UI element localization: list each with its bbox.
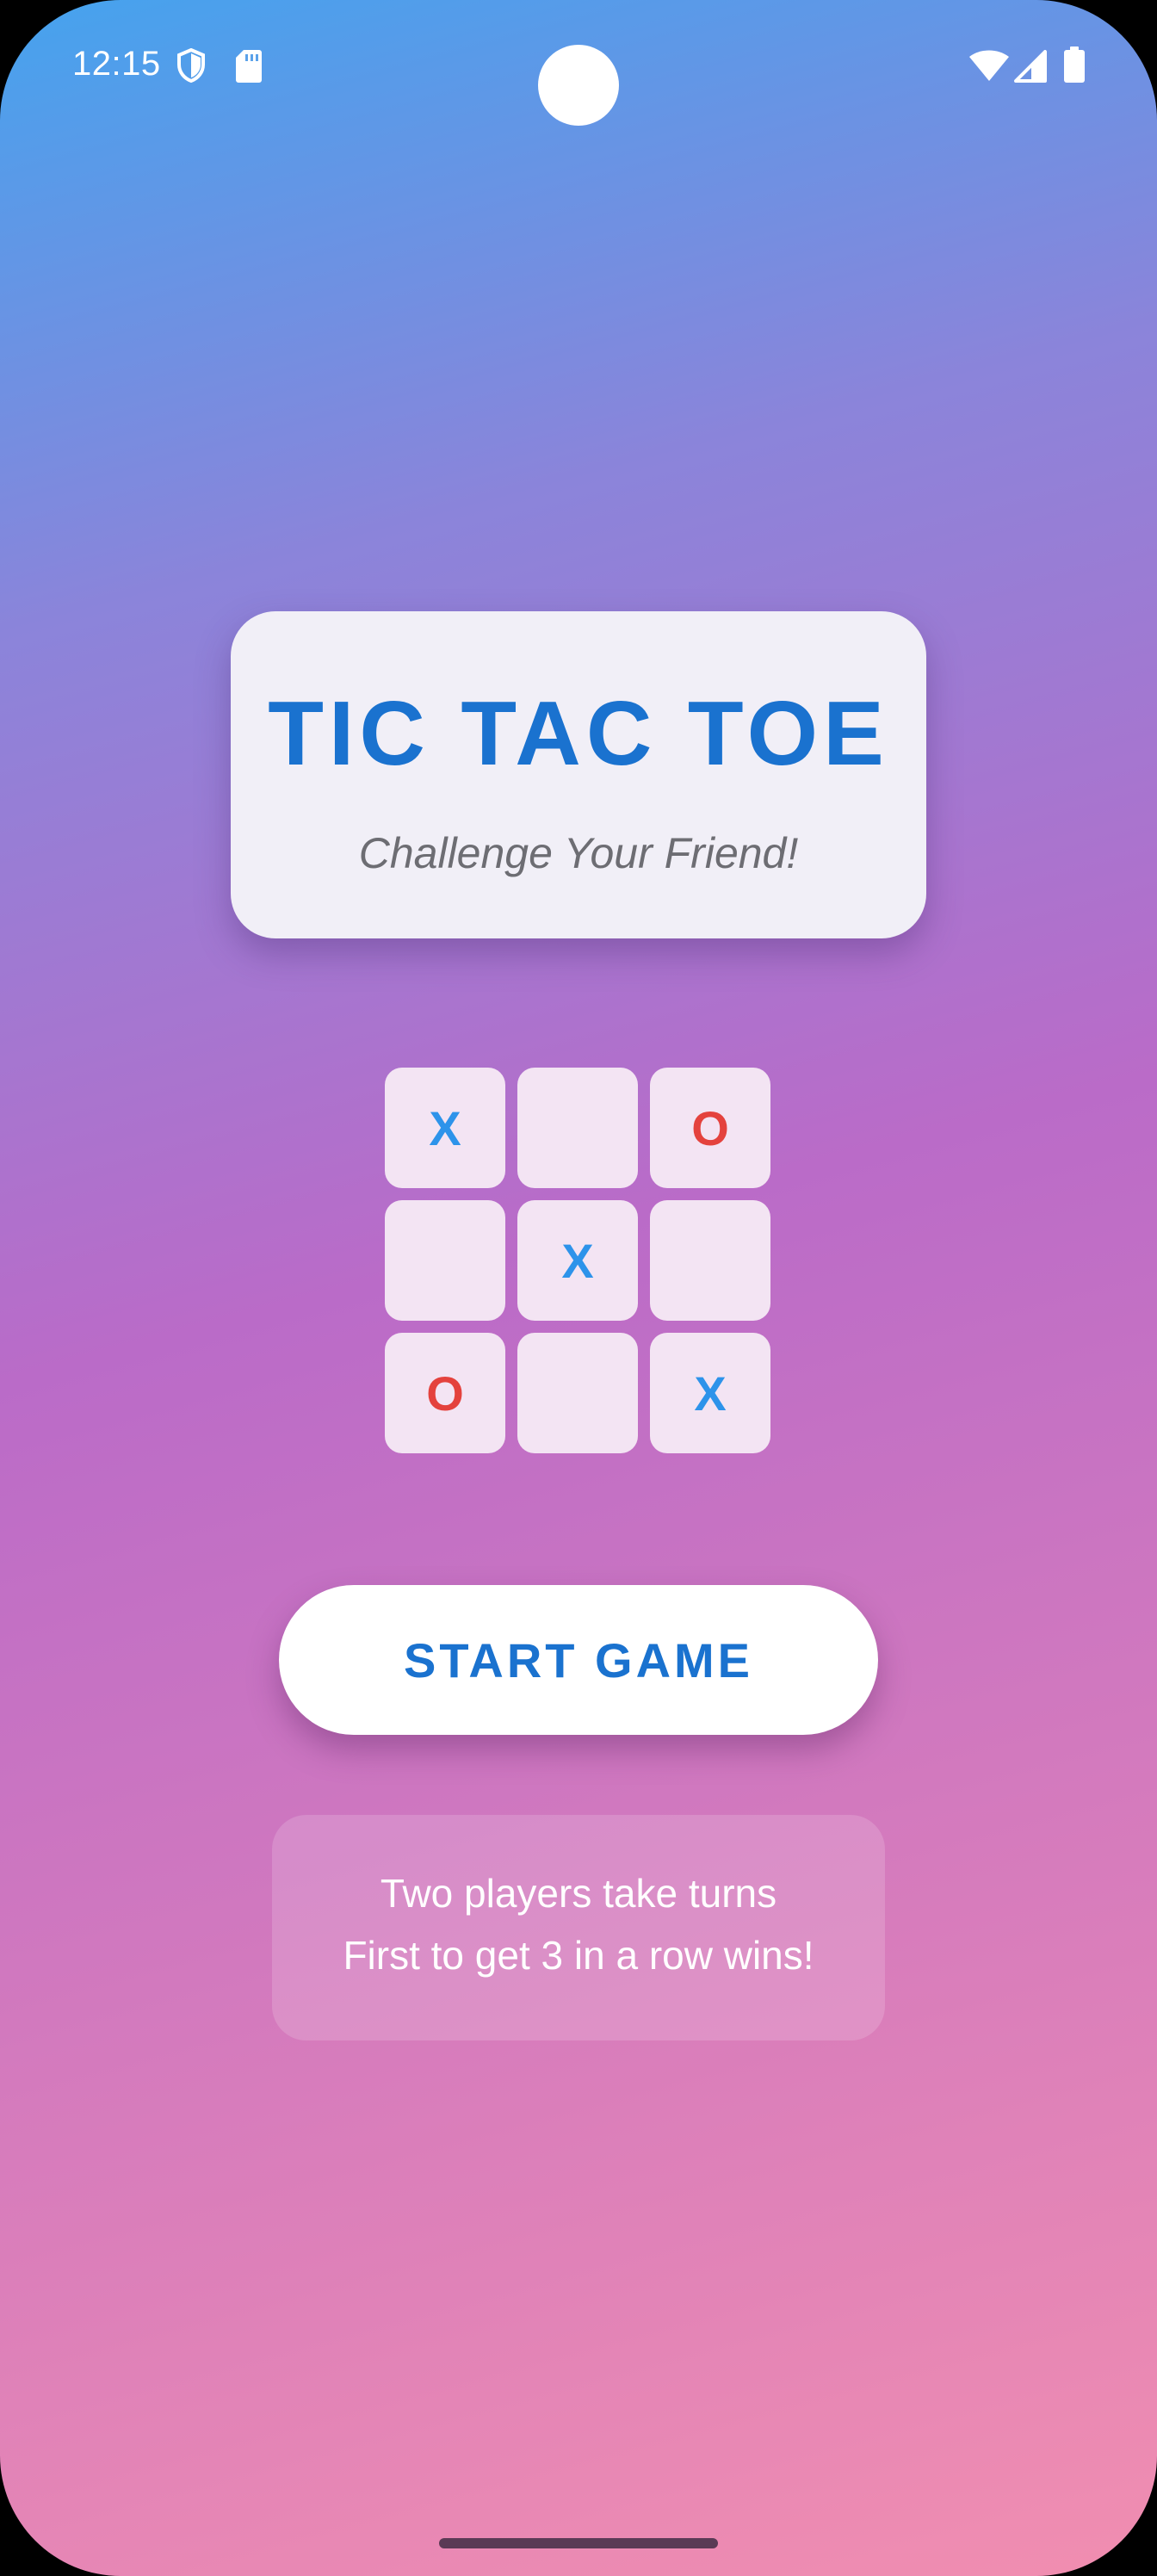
board-cell[interactable]: X — [650, 1333, 770, 1453]
rules-info-box: Two players take turns First to get 3 in… — [272, 1815, 885, 2040]
board-cell[interactable] — [517, 1068, 638, 1188]
board-cell[interactable]: X — [385, 1068, 505, 1188]
camera-cutout — [538, 45, 619, 126]
battery-icon — [1064, 46, 1085, 87]
sd-card-icon — [236, 50, 262, 87]
app-screen: 12:15 TIC TAC TOE Challenge Your Friend!… — [0, 0, 1157, 2576]
status-time: 12:15 — [72, 45, 161, 83]
cellular-signal-icon — [1014, 50, 1047, 87]
start-game-button[interactable]: START GAME — [279, 1585, 878, 1735]
app-subtitle: Challenge Your Friend! — [358, 829, 799, 877]
board-cell[interactable]: O — [385, 1333, 505, 1453]
board-cell[interactable]: O — [650, 1068, 770, 1188]
home-indicator[interactable] — [439, 2538, 718, 2548]
title-card: TIC TAC TOE Challenge Your Friend! — [231, 611, 926, 938]
board-cell[interactable] — [650, 1200, 770, 1321]
shield-icon — [176, 47, 207, 87]
wifi-icon — [969, 50, 1009, 87]
rules-line-2: First to get 3 in a row wins! — [343, 1933, 814, 1978]
status-bar: 12:15 — [0, 0, 1157, 138]
board-cell[interactable] — [517, 1333, 638, 1453]
rules-line-1: Two players take turns — [380, 1871, 777, 1916]
app-title: TIC TAC TOE — [268, 683, 889, 784]
board-cell[interactable] — [385, 1200, 505, 1321]
game-board-preview: X O X O X — [385, 1068, 772, 1455]
board-cell[interactable]: X — [517, 1200, 638, 1321]
